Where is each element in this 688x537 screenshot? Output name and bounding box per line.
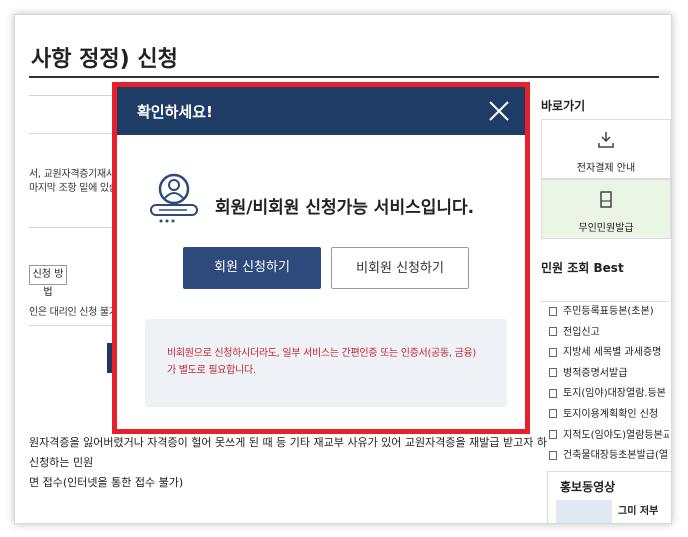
background-text: 서, 교원자격증기재사 (29, 169, 115, 180)
document-icon (549, 306, 557, 316)
document-icon (549, 368, 557, 378)
description-line: 원자격증을 잃어버렸거나 자격증이 헐어 못쓰게 된 때 등 기타 재교부 사유… (29, 436, 547, 449)
background-description: 원자격증을 잃어버렸거나 자격증이 헐어 못쓰게 된 때 등 기타 재교부 사유… (15, 433, 547, 493)
best-title: 민원 조회 Best (541, 261, 624, 275)
best-item[interactable]: 병적증명서발급 (541, 364, 669, 385)
proxy-note: 인은 대리인 신청 불가) (29, 307, 122, 318)
promo-caption: 그미 저부 (618, 506, 659, 517)
title-rule (29, 76, 659, 78)
best-item[interactable]: 건축물대장등초본발급(열 (541, 446, 669, 467)
video-thumbnail[interactable] (556, 500, 612, 523)
notice-box: 비회원으로 신청하시더라도, 일부 서비스는 간편인증 또는 인증서(공동, 금… (145, 319, 507, 407)
shortcut-label: 전자결제 안내 (576, 163, 636, 174)
divider (29, 325, 125, 326)
page-title: 사항 정정) 신청 (31, 47, 178, 72)
method-chip[interactable]: 신청 방법 (29, 265, 67, 298)
best-item[interactable]: 전입신고 (541, 323, 669, 344)
shortcut-label: 무인민원발급 (578, 223, 634, 234)
best-item-label: 토지이용계획확인 신청 (563, 408, 659, 420)
document-icon (549, 327, 557, 337)
document-icon (549, 450, 557, 460)
best-list: 주민등록표등본(초본) 전입신고 지방세 세목별 과세증명 병적증명서발급 토지… (541, 301, 669, 467)
best-item[interactable]: 지적도(임야도)열람등본교 (541, 426, 669, 447)
shortcuts-title: 바로가기 (541, 99, 586, 113)
member-apply-button[interactable]: 회원 신청하기 (183, 247, 321, 289)
divider (29, 133, 125, 134)
notice-text: 비회원으로 신청하시더라도, 일부 서비스는 간편인증 또는 인증서(공동, 금… (167, 348, 477, 376)
document-icon (549, 430, 557, 440)
shortcut-kiosk[interactable]: 무인민원발급 (541, 179, 671, 239)
best-item-label: 병적증명서발급 (563, 367, 628, 379)
document-icon (549, 347, 557, 357)
close-icon[interactable] (487, 99, 511, 123)
promo-video-box[interactable]: 홍보동영상 그미 저부 (547, 471, 671, 523)
best-item-label: 지적도(임야도)열람등본교 (563, 429, 669, 441)
divider (29, 95, 125, 96)
modal-header: 확인하세요! (117, 87, 525, 135)
kiosk-icon (542, 190, 670, 215)
shortcut-payment[interactable]: 전자결제 안내 (541, 119, 671, 179)
document-icon (549, 388, 557, 398)
best-item-label: 건축물대장등초본발급(열 (563, 450, 669, 462)
payment-icon (542, 130, 670, 155)
document-icon (549, 409, 557, 419)
user-card-icon (147, 171, 201, 227)
promo-title: 홍보동영상 (560, 480, 616, 494)
best-item[interactable]: 주민등록표등본(초본) (541, 302, 669, 323)
confirm-modal: 확인하세요! 회원/비회원 신청가능 서비스입니다. 회원 신청하기 비회원 신… (112, 82, 530, 434)
best-item-label: 전입신고 (563, 326, 600, 338)
modal-title: 확인하세요! (137, 103, 213, 121)
best-item[interactable]: 토지(임야)대장열람.등본 (541, 384, 669, 405)
description-line: 면 접수(인터넷을 통한 접수 불가) (29, 476, 184, 489)
best-item[interactable]: 지방세 세목별 과세증명 (541, 343, 669, 364)
description-line: 신청하는 민원 (29, 456, 94, 469)
modal-message: 회원/비회원 신청가능 서비스입니다. (215, 198, 475, 218)
best-item-label: 토지(임야)대장열람.등본 (563, 388, 666, 400)
best-item-label: 지방세 세목별 과세증명 (563, 347, 662, 359)
guest-apply-button[interactable]: 비회원 신청하기 (331, 247, 469, 289)
divider (29, 227, 125, 228)
best-item[interactable]: 토지이용계획확인 신청 (541, 405, 669, 426)
best-item-label: 주민등록표등본(초본) (563, 306, 654, 317)
